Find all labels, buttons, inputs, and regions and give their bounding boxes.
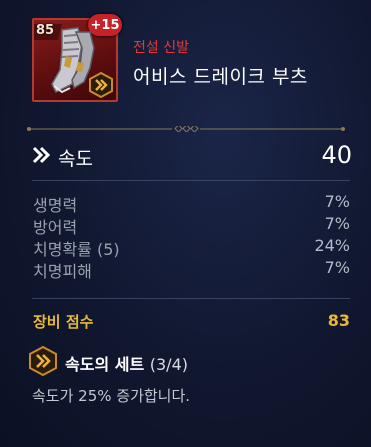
ornament-divider bbox=[27, 126, 345, 132]
sub-stat-row: 치명피해 7% bbox=[32, 258, 350, 281]
main-stat-label: 속도 bbox=[58, 148, 93, 170]
set-description: 속도가 25% 증가합니다. bbox=[32, 387, 191, 405]
sub-stat-name: 치명확률 (5) bbox=[33, 240, 120, 259]
item-icon[interactable]: 85 +15 bbox=[32, 14, 122, 102]
sub-stat-name: 방어력 bbox=[33, 218, 78, 237]
divider bbox=[32, 298, 350, 299]
sub-stat-row: 치명확률 (5) 24% bbox=[32, 236, 350, 259]
sub-stat-value: 24% bbox=[314, 236, 350, 255]
gear-score-value: 83 bbox=[327, 311, 350, 330]
item-tooltip: 85 +15 전설 신발 어비스 드레이크 부츠 속도 40 생명력 7% 방어… bbox=[0, 0, 371, 447]
gear-score: 장비 점수 83 bbox=[32, 311, 350, 333]
divider bbox=[32, 180, 350, 181]
sub-stat-value: 7% bbox=[324, 214, 350, 233]
item-grade: 전설 신발 bbox=[133, 40, 189, 56]
main-stat-value: 40 bbox=[321, 141, 352, 169]
set-speed-icon bbox=[89, 72, 113, 98]
set-name: 속도의 세트 bbox=[65, 355, 145, 374]
sub-stat-value: 7% bbox=[324, 192, 350, 211]
sub-stat-row: 방어력 7% bbox=[32, 214, 350, 237]
set-speed-icon bbox=[29, 346, 57, 376]
sub-stat-value: 7% bbox=[324, 258, 350, 277]
gear-score-label: 장비 점수 bbox=[33, 313, 94, 331]
sub-stat-name: 생명력 bbox=[33, 196, 78, 215]
set-count: (3/4) bbox=[149, 355, 188, 374]
sub-stats: 생명력 7% 방어력 7% 치명확률 (5) 24% 치명피해 7% bbox=[32, 192, 350, 281]
sub-stat-name: 치명피해 bbox=[33, 262, 92, 281]
item-name: 어비스 드레이크 부츠 bbox=[133, 66, 308, 88]
sub-stat-row: 생명력 7% bbox=[32, 192, 350, 215]
main-stat: 속도 40 bbox=[32, 141, 352, 171]
speed-chevron-icon bbox=[32, 146, 51, 164]
